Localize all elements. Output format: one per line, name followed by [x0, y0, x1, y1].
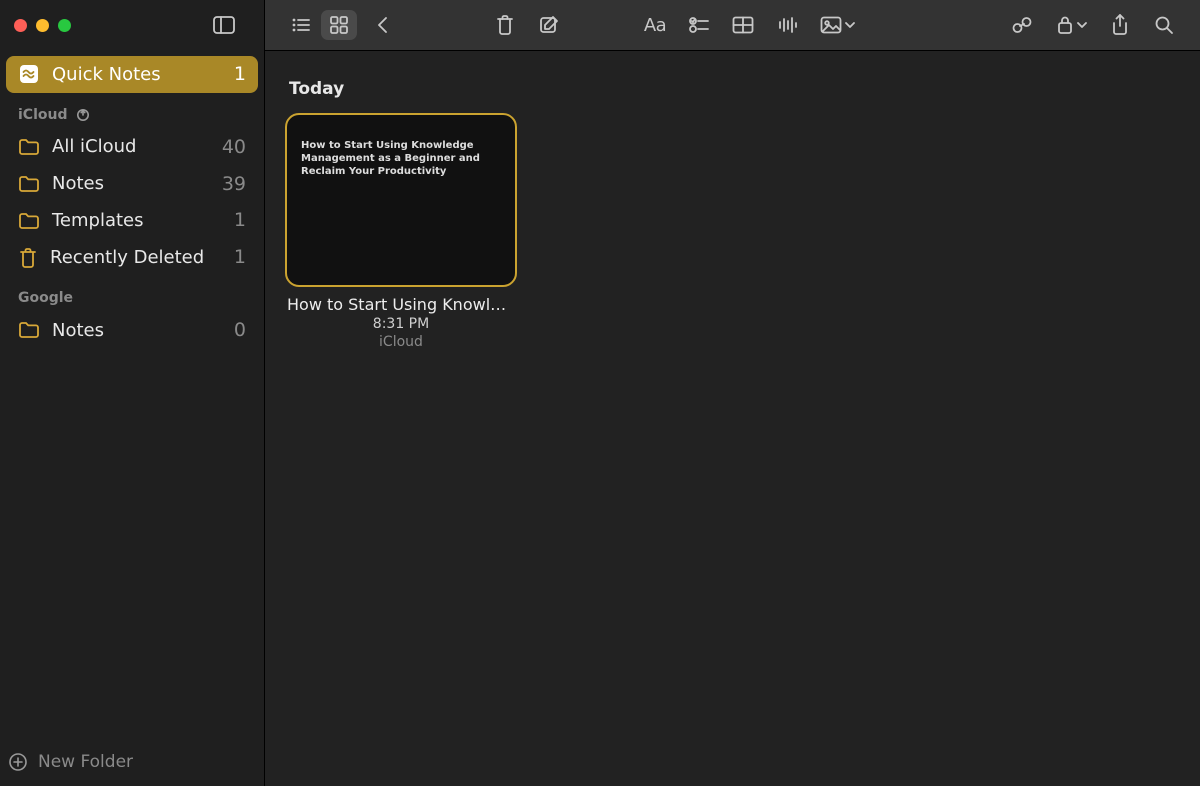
- lock-button[interactable]: [1048, 10, 1094, 40]
- link-button[interactable]: [1004, 10, 1040, 40]
- minimize-window-button[interactable]: [36, 19, 49, 32]
- folder-icon: [18, 212, 40, 230]
- chevron-left-icon: [376, 16, 390, 34]
- sidebar-item-notes[interactable]: Notes 39: [6, 166, 258, 203]
- checklist-button[interactable]: [681, 10, 717, 40]
- sidebar-item-recently-deleted[interactable]: Recently Deleted 1: [6, 239, 258, 276]
- folder-icon: [18, 175, 40, 193]
- delete-note-button[interactable]: [487, 10, 523, 40]
- trash-icon: [495, 14, 515, 36]
- note-time: 8:31 PM: [287, 316, 515, 332]
- sidebar-folder-list: Quick Notes 1 iCloud All iCloud 40 Notes…: [0, 50, 264, 739]
- list-icon: [291, 17, 311, 33]
- sidebar: Quick Notes 1 iCloud All iCloud 40 Notes…: [0, 0, 265, 786]
- audio-button[interactable]: [769, 10, 805, 40]
- sidebar-item-label: Recently Deleted: [50, 247, 204, 269]
- search-button[interactable]: [1146, 10, 1182, 40]
- table-icon: [732, 16, 754, 34]
- sidebar-item-label: Quick Notes: [52, 64, 161, 86]
- sidebar-item-label: Notes: [52, 173, 104, 195]
- media-button[interactable]: [813, 10, 861, 40]
- view-mode-group: [283, 10, 357, 40]
- grid-icon: [330, 16, 348, 34]
- lock-icon: [1056, 15, 1074, 35]
- compose-icon: [539, 15, 559, 35]
- note-title: How to Start Using Knowle…: [287, 295, 515, 314]
- cloud-sync-icon: [75, 108, 91, 122]
- share-icon: [1111, 14, 1129, 36]
- sidebar-toggle-button[interactable]: [206, 10, 242, 40]
- sidebar-item-label: Templates: [52, 210, 144, 232]
- quick-note-icon: [18, 63, 40, 85]
- section-label: Google: [18, 290, 73, 306]
- sidebar-item-count: 39: [222, 173, 246, 196]
- sidebar-item-google-notes[interactable]: Notes 0: [6, 312, 258, 349]
- search-icon: [1154, 15, 1174, 35]
- main-pane: Aa: [265, 0, 1200, 786]
- window-titlebar: [0, 0, 264, 50]
- note-caption: How to Start Using Knowle… 8:31 PM iClou…: [285, 287, 517, 350]
- sidebar-item-label: Notes: [52, 320, 104, 342]
- close-window-button[interactable]: [14, 19, 27, 32]
- chevron-down-icon: [845, 21, 855, 29]
- note-thumbnail: How to Start Using Knowledge Management …: [285, 113, 517, 287]
- sidebar-item-count: 1: [234, 246, 246, 269]
- chevron-down-icon: [1077, 21, 1087, 29]
- photo-icon: [820, 16, 842, 34]
- sidebar-toggle-icon: [213, 16, 235, 34]
- toolbar: Aa: [265, 0, 1200, 51]
- table-button[interactable]: [725, 10, 761, 40]
- grid-view-button[interactable]: [321, 10, 357, 40]
- link-icon: [1011, 15, 1033, 35]
- share-button[interactable]: [1102, 10, 1138, 40]
- format-icon: Aa: [644, 15, 666, 36]
- sidebar-item-count: 0: [234, 319, 246, 342]
- sidebar-section-google[interactable]: Google: [6, 276, 258, 312]
- section-label: iCloud: [18, 107, 67, 123]
- note-thumbnail-title: How to Start Using Knowledge Management …: [301, 139, 501, 178]
- sidebar-item-count: 1: [234, 63, 246, 86]
- sidebar-item-label: All iCloud: [52, 136, 136, 158]
- note-card[interactable]: How to Start Using Knowledge Management …: [285, 113, 517, 350]
- new-folder-button[interactable]: New Folder: [0, 739, 264, 786]
- window-controls: [14, 19, 71, 32]
- group-heading-today: Today: [289, 79, 1180, 99]
- sidebar-item-quick-notes[interactable]: Quick Notes 1: [6, 56, 258, 93]
- sidebar-item-count: 40: [222, 136, 246, 159]
- sidebar-item-templates[interactable]: Templates 1: [6, 202, 258, 239]
- sidebar-item-all-icloud[interactable]: All iCloud 40: [6, 129, 258, 166]
- new-note-button[interactable]: [531, 10, 567, 40]
- fullscreen-window-button[interactable]: [58, 19, 71, 32]
- new-folder-label: New Folder: [38, 752, 133, 772]
- notes-grid: Today How to Start Using Knowledge Manag…: [265, 51, 1200, 786]
- checklist-icon: [689, 16, 709, 34]
- folder-icon: [18, 321, 40, 339]
- trash-icon: [18, 247, 38, 269]
- list-view-button[interactable]: [283, 10, 319, 40]
- back-button[interactable]: [365, 10, 401, 40]
- sidebar-item-count: 1: [234, 209, 246, 232]
- folder-icon: [18, 138, 40, 156]
- format-button[interactable]: Aa: [637, 10, 673, 40]
- plus-circle-icon: [8, 752, 28, 772]
- cards-container: How to Start Using Knowledge Management …: [285, 113, 1180, 350]
- waveform-icon: [777, 16, 797, 34]
- sidebar-section-icloud[interactable]: iCloud: [6, 93, 258, 129]
- note-source: iCloud: [287, 334, 515, 350]
